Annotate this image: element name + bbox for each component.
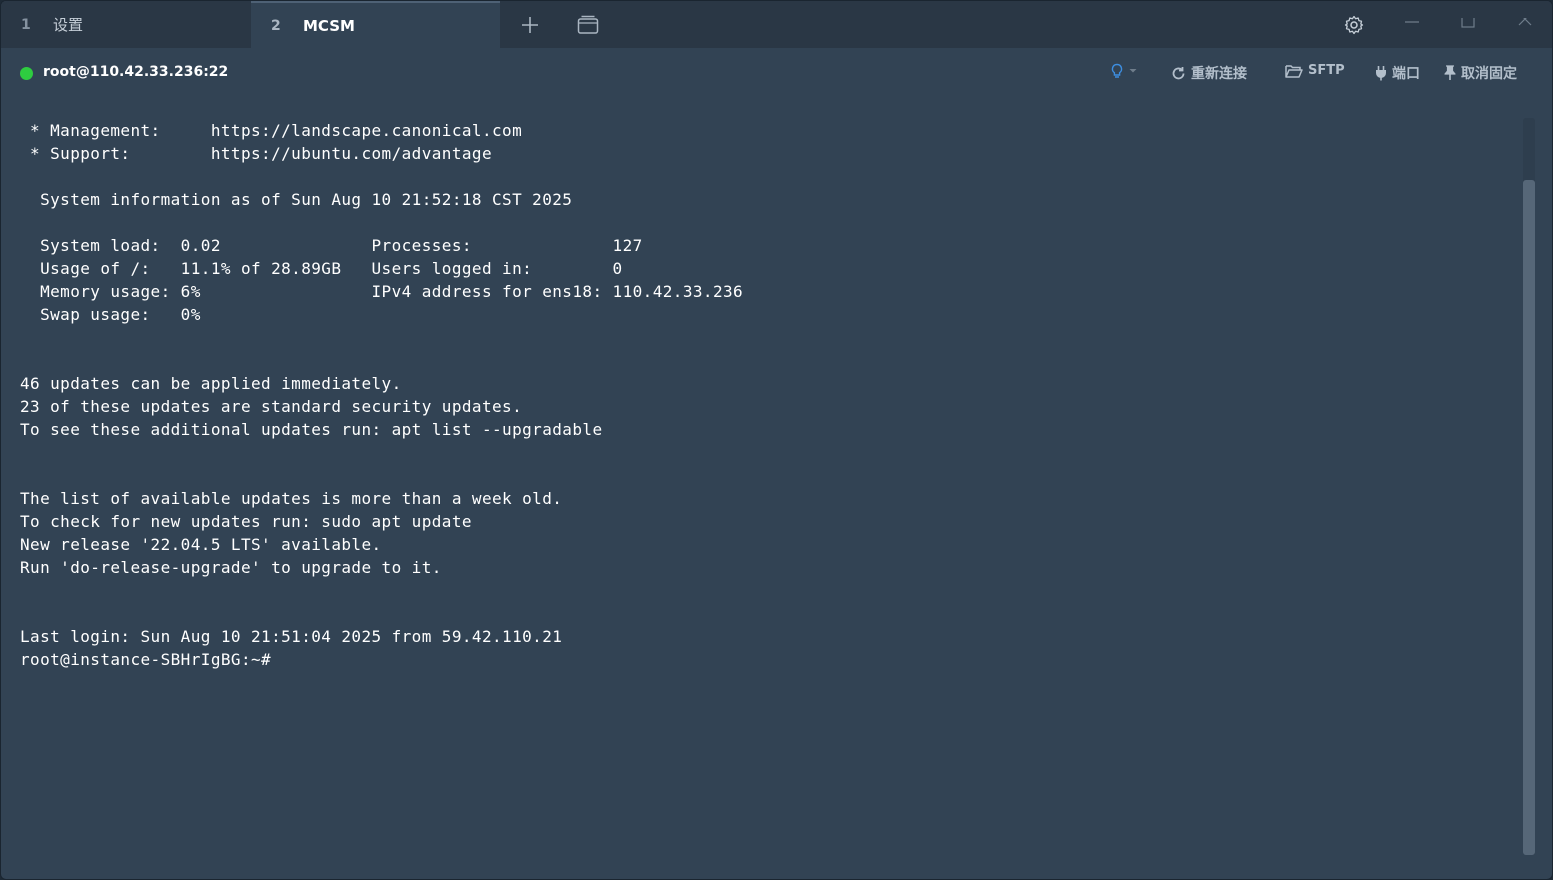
maximize-icon (1461, 18, 1475, 28)
terminal-line: To check for new updates run: sudo apt u… (20, 512, 472, 531)
close-button[interactable] (1509, 9, 1541, 41)
port-button[interactable]: 端口 (1375, 63, 1420, 83)
minimize-icon (1405, 21, 1419, 23)
unpin-label: 取消固定 (1461, 66, 1517, 82)
terminal-line: New release '22.04.5 LTS' available. (20, 535, 382, 554)
window-layout-button[interactable] (572, 9, 604, 41)
lightbulb-icon (1111, 63, 1123, 78)
reconnect-label: 重新连接 (1191, 66, 1247, 82)
pin-icon (1444, 65, 1456, 80)
unpin-button[interactable]: 取消固定 (1444, 63, 1517, 83)
port-label: 端口 (1392, 66, 1420, 82)
terminal-line: Last login: Sun Aug 10 21:51:04 2025 fro… (20, 627, 563, 646)
connection-bar: root@110.42.33.236:22 重新连接 SFTP 端口 取消固定 (1, 48, 1552, 98)
terminal-line: System load: 0.02 Processes: 127 (20, 236, 643, 255)
terminal-scrollbar[interactable] (1523, 118, 1535, 855)
gear-icon (1344, 15, 1364, 35)
hint-dropdown-button[interactable] (1110, 63, 1137, 79)
plug-icon (1376, 66, 1386, 81)
plus-icon (522, 17, 538, 33)
new-tab-button[interactable] (514, 9, 546, 41)
scrollbar-thumb[interactable] (1523, 180, 1535, 855)
terminal-line: Swap usage: 0% (20, 305, 201, 324)
tab-label: MCSM (303, 16, 355, 35)
terminal-line: Run 'do-release-upgrade' to upgrade to i… (20, 558, 442, 577)
chevron-down-icon (1129, 69, 1137, 73)
window-icon (577, 15, 599, 34)
terminal-line: Usage of /: 11.1% of 28.89GB Users logge… (20, 259, 623, 278)
terminal-line: Memory usage: 6% IPv4 address for ens18:… (20, 282, 744, 301)
reload-icon (1172, 66, 1185, 79)
sftp-button[interactable]: SFTP (1285, 63, 1345, 78)
terminal-line: 23 of these updates are standard securit… (20, 397, 523, 416)
connection-status-dot (20, 67, 33, 80)
sftp-label: SFTP (1308, 63, 1345, 78)
tab-label: 设置 (53, 16, 84, 34)
terminal-output[interactable]: * Management: https://landscape.canonica… (20, 119, 1510, 859)
tab-bar: 1 设置 2 MCSM (1, 1, 1552, 48)
settings-button[interactable] (1338, 9, 1370, 41)
tab-settings[interactable]: 1 设置 (1, 1, 250, 48)
tab-mcsm[interactable]: 2 MCSM (251, 1, 500, 48)
terminal-line: To see these additional updates run: apt… (20, 420, 603, 439)
terminal-line: root@instance-SBHrIgBG:~# (20, 650, 272, 669)
tab-number: 1 (21, 16, 31, 33)
tab-number: 2 (271, 17, 281, 34)
maximize-button[interactable] (1452, 9, 1484, 41)
connection-title: root@110.42.33.236:22 (43, 64, 229, 80)
reconnect-button[interactable]: 重新连接 (1171, 63, 1247, 83)
terminal-line: 46 updates can be applied immediately. (20, 374, 402, 393)
terminal-line: The list of available updates is more th… (20, 489, 563, 508)
folder-open-icon (1285, 64, 1303, 78)
minimize-button[interactable] (1396, 9, 1428, 41)
terminal-line: System information as of Sun Aug 10 21:5… (20, 190, 573, 209)
terminal-line: * Support: https://ubuntu.com/advantage (20, 144, 493, 163)
terminal-line: * Management: https://landscape.canonica… (20, 121, 523, 140)
terminal-window: 1 设置 2 MCSM root@110.42.33.236:22 重新连接 S… (0, 0, 1553, 880)
close-icon (1518, 18, 1532, 26)
